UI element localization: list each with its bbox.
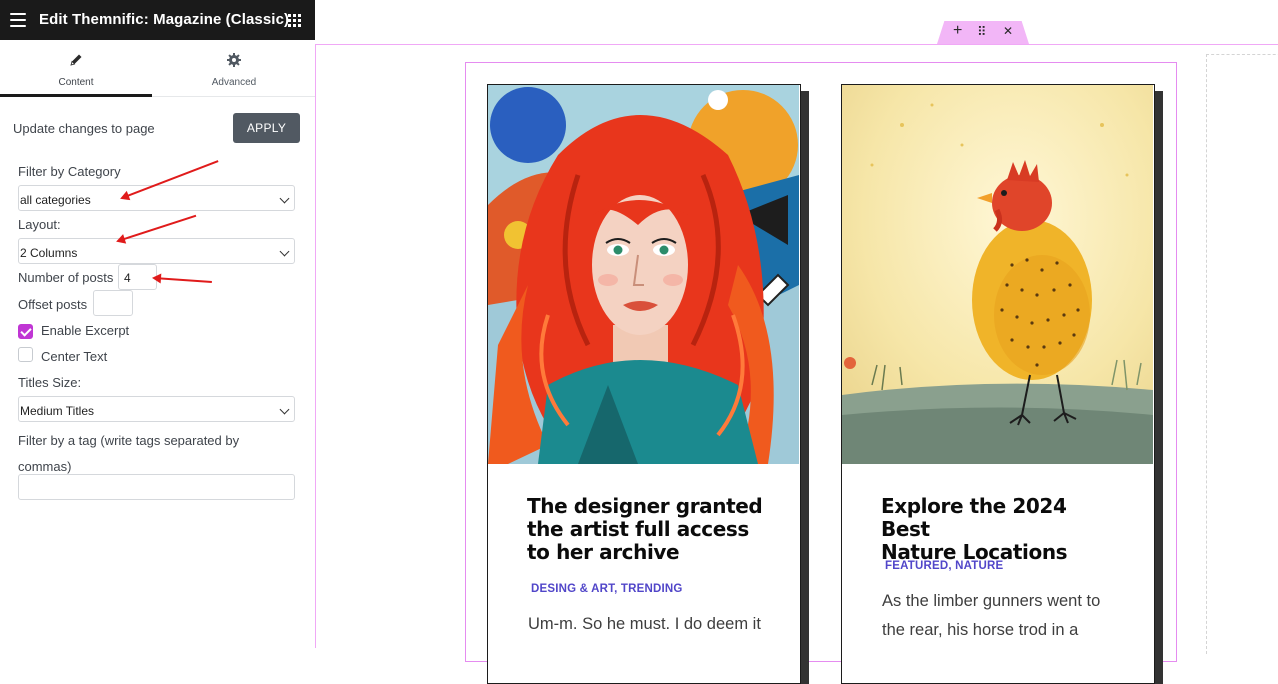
post-categories[interactable]: DESING & ART, TRENDING (531, 583, 683, 595)
tab-advanced-label: Advanced (211, 77, 257, 88)
layout-label: Layout: (18, 217, 61, 232)
drag-section-icon[interactable]: ⠿ (977, 24, 987, 40)
filter-tag-label-line2: commas) (18, 459, 72, 474)
panel-tabs: Content Advanced (0, 40, 315, 97)
layout-select[interactable]: 2 Columns (18, 238, 295, 264)
tab-advanced[interactable]: Advanced (158, 40, 310, 97)
post-card[interactable]: Explore the 2024 Best Nature Locations F… (841, 84, 1155, 684)
layout-value: 2 Columns (20, 246, 78, 260)
widgets-grid-icon[interactable] (288, 14, 301, 27)
number-of-posts-label: Number of posts (18, 270, 114, 285)
post-title-line: Explore the 2024 Best (881, 494, 1067, 541)
post-card[interactable]: The designer granted the artist full acc… (487, 84, 801, 684)
panel-title: Edit Themnific: Magazine (Classic) (39, 11, 290, 28)
post-categories[interactable]: FEATURED, NATURE (885, 560, 1003, 572)
post-image-chicken[interactable] (842, 85, 1153, 464)
tab-content[interactable]: Content (0, 40, 152, 97)
filter-category-value: all categories (20, 193, 91, 207)
filter-tag-label: Filter by a tag (write tags separated by… (18, 428, 239, 480)
filter-category-label: Filter by Category (18, 164, 121, 179)
filter-tag-label-line1: Filter by a tag (write tags separated by (18, 433, 240, 448)
post-excerpt: Um-m. So he must. I do deem it (528, 615, 761, 633)
apply-button[interactable]: APPLY (233, 113, 300, 143)
apply-row: Update changes to page APPLY (0, 110, 315, 146)
tab-content-label: Content (58, 77, 94, 88)
post-excerpt: As the limber gunners went to the rear, … (882, 587, 1127, 645)
chevron-down-icon (279, 246, 290, 257)
gear-icon (227, 53, 241, 67)
filter-tag-input[interactable] (18, 474, 295, 500)
offset-posts-label: Offset posts (18, 297, 88, 312)
filter-category-select[interactable]: all categories (18, 185, 295, 211)
post-title-line: to her archive (527, 540, 680, 564)
post-title-line: the artist full access (527, 517, 749, 541)
pencil-icon (70, 54, 82, 66)
page-preview: + ⠿ ✕ The designer granted the artist fu… (315, 0, 1278, 684)
enable-excerpt-label: Enable Excerpt (41, 323, 130, 338)
chevron-down-icon (279, 404, 290, 415)
titles-size-value: Medium Titles (20, 404, 95, 418)
post-excerpt-line: As the limber gunners went to (882, 592, 1101, 610)
center-text-label: Center Text (41, 349, 108, 364)
post-image-redhead-woman[interactable] (488, 85, 799, 464)
chevron-down-icon (279, 193, 290, 204)
offset-posts-input[interactable] (93, 290, 133, 316)
post-title-line: The designer granted (527, 494, 763, 518)
post-excerpt-line: the rear, his horse trod in a (882, 621, 1079, 639)
menu-icon[interactable] (10, 13, 26, 27)
update-changes-text: Update changes to page (13, 121, 155, 136)
empty-column-placeholder (1206, 54, 1278, 654)
titles-size-label: Titles Size: (18, 375, 82, 390)
enable-excerpt-checkbox[interactable] (18, 324, 33, 339)
center-text-checkbox[interactable] (18, 347, 33, 362)
delete-section-icon[interactable]: ✕ (1003, 24, 1013, 38)
annotation-arrow (153, 277, 212, 284)
post-title[interactable]: Explore the 2024 Best Nature Locations (881, 495, 1121, 564)
editor-panel: Edit Themnific: Magazine (Classic) Conte… (0, 0, 315, 648)
panel-header: Edit Themnific: Magazine (Classic) (0, 0, 315, 40)
add-section-icon[interactable]: + (953, 22, 962, 40)
section-handle[interactable]: + ⠿ ✕ (937, 21, 1029, 44)
titles-size-select[interactable]: Medium Titles (18, 396, 295, 422)
post-title[interactable]: The designer granted the artist full acc… (527, 495, 767, 564)
